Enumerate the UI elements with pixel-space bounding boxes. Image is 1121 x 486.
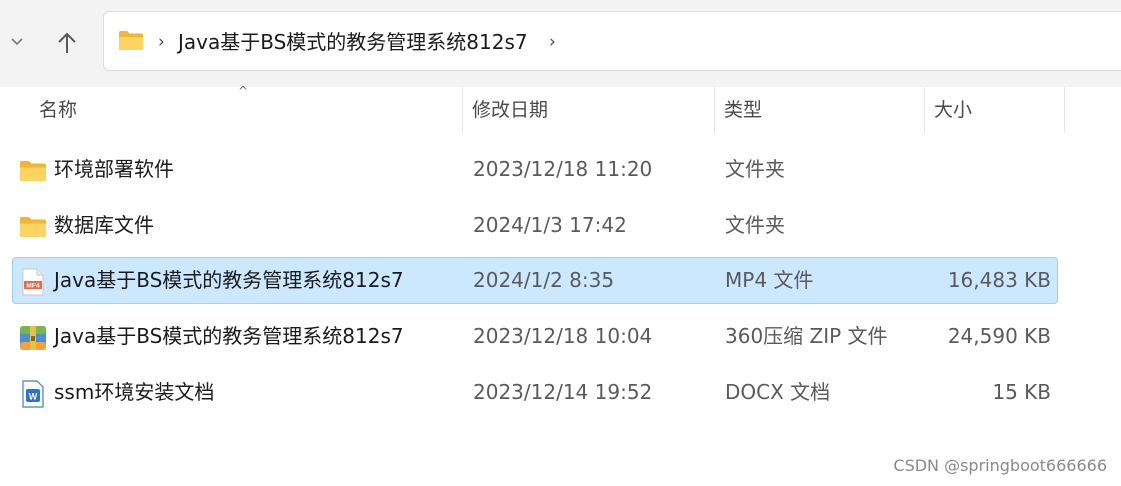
column-header-size[interactable]: 大小 bbox=[924, 87, 1064, 133]
file-type: DOCX 文档 bbox=[725, 380, 831, 404]
file-type: MP4 文件 bbox=[725, 268, 814, 292]
arrow-up-icon bbox=[58, 32, 76, 53]
navigation-bar: › Java基于BS模式的教务管理系统812s7 › bbox=[0, 0, 1121, 87]
column-header-date[interactable]: 修改日期 bbox=[462, 87, 714, 133]
column-header-name[interactable]: 名称 bbox=[29, 87, 462, 133]
breadcrumb-separator-icon[interactable]: › bbox=[158, 32, 165, 52]
file-modified-date: 2024/1/2 8:35 bbox=[473, 268, 615, 292]
file-size: 24,590 KB bbox=[947, 324, 1051, 348]
file-row[interactable]: 环境部署软件 2023/12/18 11:20 文件夹 bbox=[12, 146, 1058, 193]
file-name: Java基于BS模式的教务管理系统812s7 bbox=[54, 324, 404, 348]
file-row-selected[interactable]: MP4 Java基于BS模式的教务管理系统812s7 2024/1/2 8:35… bbox=[12, 257, 1058, 304]
file-modified-date: 2024/1/3 17:42 bbox=[473, 213, 627, 237]
file-name: 环境部署软件 bbox=[54, 157, 174, 181]
file-type: 文件夹 bbox=[725, 213, 785, 237]
breadcrumb-current-folder[interactable]: Java基于BS模式的教务管理系统812s7 bbox=[178, 29, 528, 55]
file-type: 360压缩 ZIP 文件 bbox=[725, 324, 888, 348]
file-name: Java基于BS模式的教务管理系统812s7 bbox=[54, 268, 404, 292]
folder-icon bbox=[19, 157, 47, 185]
watermark: CSDN @springboot666666 bbox=[893, 456, 1107, 475]
file-name: ssm环境安装文档 bbox=[54, 380, 215, 404]
svg-text:W: W bbox=[29, 392, 38, 402]
file-row[interactable]: 数据库文件 2024/1/3 17:42 文件夹 bbox=[12, 202, 1058, 249]
zip-archive-icon bbox=[19, 324, 47, 352]
column-divider[interactable] bbox=[1064, 87, 1065, 133]
file-size: 16,483 KB bbox=[947, 268, 1051, 292]
column-header-type[interactable]: 类型 bbox=[714, 87, 924, 133]
chevron-down-icon bbox=[11, 38, 23, 46]
file-modified-date: 2023/12/18 10:04 bbox=[473, 324, 653, 348]
breadcrumb-expand-icon[interactable]: › bbox=[549, 32, 556, 52]
recent-locations-button[interactable] bbox=[0, 24, 34, 60]
file-row[interactable]: W ssm环境安装文档 2023/12/14 19:52 DOCX 文档 15 … bbox=[12, 369, 1058, 416]
file-row[interactable]: Java基于BS模式的教务管理系统812s7 2023/12/18 10:04 … bbox=[12, 313, 1058, 360]
svg-text:MP4: MP4 bbox=[26, 283, 40, 290]
mp4-file-icon: MP4 bbox=[19, 268, 47, 296]
address-bar[interactable]: › Java基于BS模式的教务管理系统812s7 › bbox=[103, 11, 1121, 71]
file-modified-date: 2023/12/18 11:20 bbox=[473, 157, 653, 181]
file-modified-date: 2023/12/14 19:52 bbox=[473, 380, 653, 404]
file-name: 数据库文件 bbox=[54, 213, 154, 237]
file-type: 文件夹 bbox=[725, 157, 785, 181]
docx-file-icon: W bbox=[19, 380, 47, 408]
file-size: 15 KB bbox=[992, 380, 1051, 404]
folder-icon bbox=[19, 213, 47, 241]
up-button[interactable] bbox=[46, 22, 88, 64]
folder-icon bbox=[119, 31, 143, 50]
